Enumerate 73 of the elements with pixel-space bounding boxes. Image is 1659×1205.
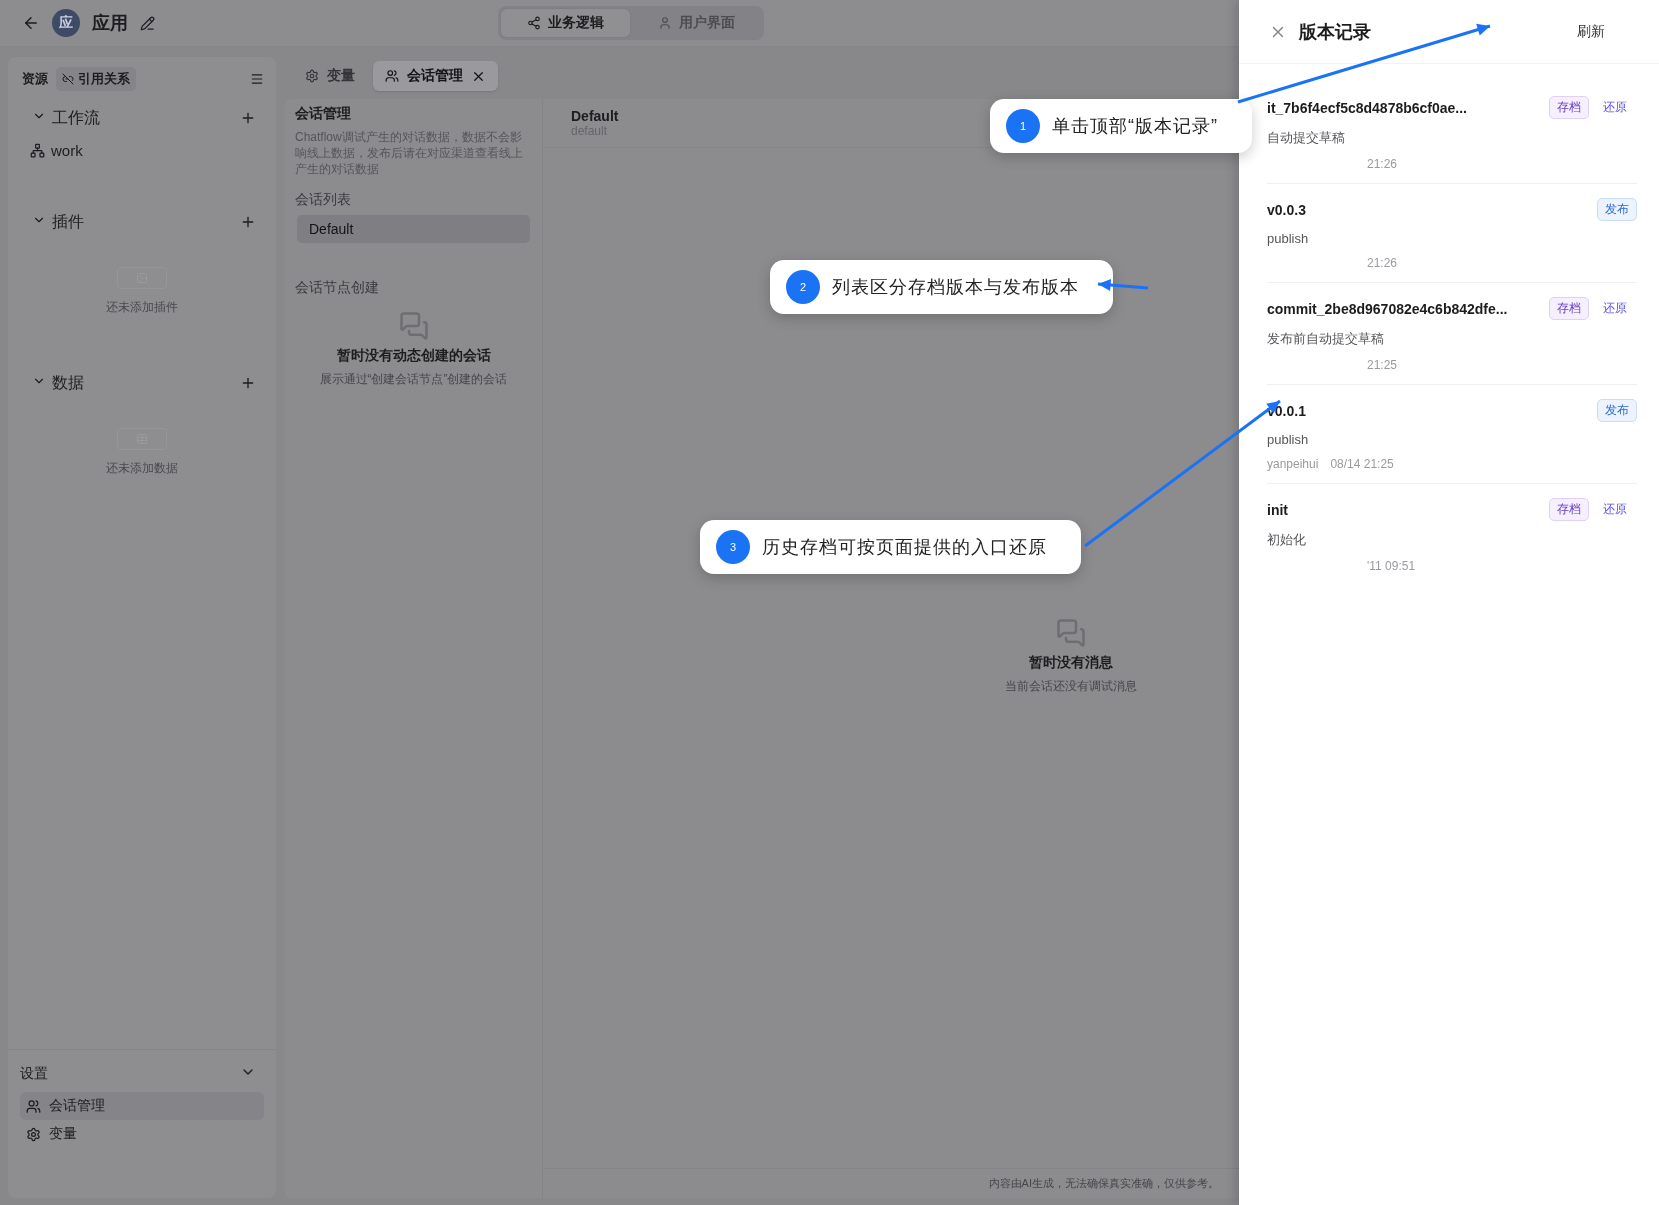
list-title: 会话列表 (295, 191, 352, 209)
version-description: 初始化 (1267, 531, 1307, 549)
settings-icon (305, 69, 319, 83)
empty-text: 还未添加数据 (106, 460, 178, 477)
unlink-icon (62, 73, 74, 85)
edit-icon[interactable] (140, 15, 155, 31)
version-time: 08/14 21:25 (1330, 457, 1394, 471)
drawer-title: 版本记录 (1299, 20, 1372, 44)
version-tag: 存档 (1549, 297, 1589, 320)
users-icon (26, 1098, 41, 1114)
restore-link[interactable]: 还原 (1603, 501, 1627, 518)
version-description: publish (1267, 432, 1310, 447)
panel-title: 会话管理 (295, 105, 352, 123)
version-title: init (1267, 501, 1289, 518)
version-title: v0.0.3 (1267, 201, 1307, 218)
restore-link[interactable]: 还原 (1603, 300, 1627, 317)
step-number: 1 (1006, 109, 1040, 143)
chat-title: Default (571, 108, 619, 124)
app-title: 应用 (92, 12, 128, 35)
step-number: 3 (716, 530, 750, 564)
version-tag: 发布 (1597, 198, 1637, 221)
section-title[interactable]: 数据 (52, 372, 234, 394)
empty-text: 当前会话还没有调试消息 (1005, 678, 1137, 694)
section-title[interactable]: 插件 (52, 211, 234, 233)
version-description: 自动提交草稿 (1267, 129, 1346, 147)
callout-arrow (1097, 278, 1149, 292)
editor-tab[interactable]: 变量 (293, 61, 367, 91)
sidebar-tab[interactable]: 资源 (20, 67, 50, 91)
disclaimer: 内容由AI生成，无法确保真实准确，仅供参考。 (988, 1176, 1219, 1191)
app-avatar: 应 (52, 9, 80, 37)
share-icon (526, 16, 541, 30)
sidebar-tab[interactable]: 引用关系 (56, 67, 136, 91)
step-number: 2 (786, 270, 820, 304)
settings-item[interactable]: 会话管理 (20, 1092, 264, 1120)
menu-icon[interactable] (250, 72, 264, 86)
settings-title: 设置 (20, 1065, 48, 1083)
version-tag: 存档 (1549, 96, 1589, 119)
empty-title: 暂时没有消息 (1029, 654, 1113, 672)
version-time: 21:25 (1367, 358, 1398, 372)
version-tag: 发布 (1597, 399, 1637, 422)
version-author: yanpeihui (1267, 457, 1319, 471)
empty-text: 展示通过“创建会话节点”创建的会话 (319, 371, 508, 387)
users-icon (385, 69, 399, 83)
version-description: 发布前自动提交草稿 (1267, 330, 1385, 348)
user-icon (657, 16, 672, 30)
version-time: '11 09:51 (1367, 559, 1416, 573)
mode-tab[interactable]: 业务逻辑 (500, 9, 630, 37)
chat-bubbles-icon (398, 311, 429, 341)
empty-text: 还未添加插件 (106, 299, 178, 316)
workflow-icon (30, 142, 45, 158)
editor-tab[interactable]: 会话管理 (373, 61, 498, 91)
chat-bubbles-icon (1056, 618, 1086, 648)
workflow-item[interactable]: work (20, 135, 264, 165)
conversation-item[interactable]: Default (297, 215, 530, 243)
section-title[interactable]: 工作流 (52, 107, 234, 129)
version-time: 21:26 (1367, 256, 1398, 270)
settings-item[interactable]: 变量 (20, 1120, 264, 1148)
version-tag: 存档 (1549, 498, 1589, 521)
version-title: commit_2be8d967082e4c6b842dfe... (1267, 300, 1509, 317)
restore-link[interactable]: 还原 (1603, 99, 1627, 116)
settings-icon (26, 1126, 41, 1142)
callout-text: 列表区分存档版本与发布版本 (832, 276, 1079, 299)
version-title: it_7b6f4ecf5c8d4878b6cf0ae... (1267, 99, 1468, 116)
callout-text: 单击顶部“版本记录” (1052, 115, 1218, 138)
refresh-button[interactable]: 刷新 (1571, 21, 1611, 42)
version-time: 21:26 (1367, 157, 1398, 171)
section-label: 会话节点创建 (295, 279, 380, 297)
version-description: publish (1267, 231, 1310, 246)
callout-text: 历史存档可按页面提供的入口还原 (762, 536, 1047, 559)
add-icon[interactable] (240, 214, 256, 230)
add-icon[interactable] (240, 110, 256, 126)
add-icon[interactable] (240, 375, 256, 391)
empty-title: 暂时没有动态创建的会话 (336, 347, 491, 365)
